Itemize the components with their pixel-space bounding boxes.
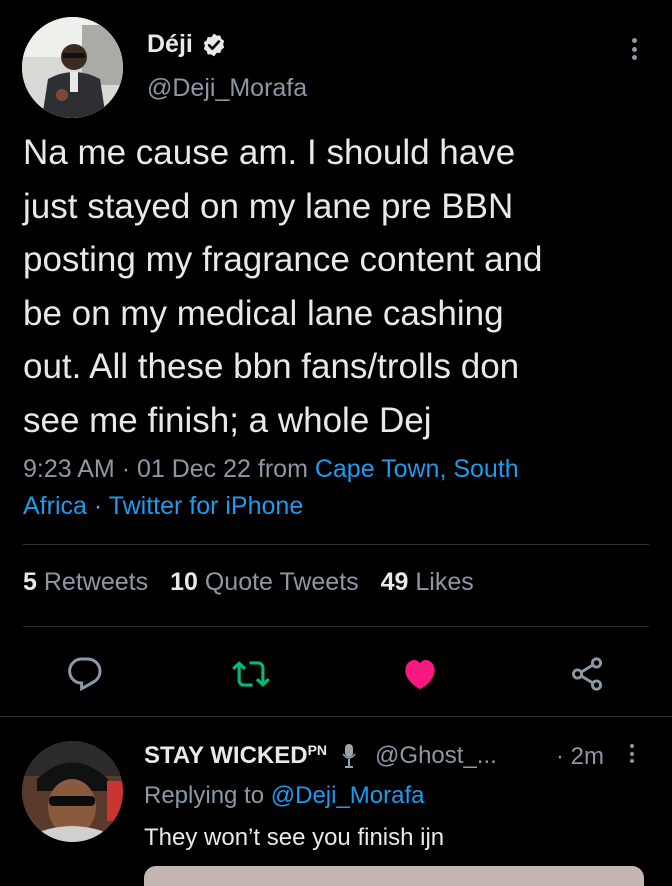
like-button[interactable] [398, 652, 442, 696]
tweet-text-line: just stayed on my lane pre BBN [23, 186, 514, 226]
microphone-icon [335, 742, 363, 770]
replying-to-handle[interactable]: @Deji_Morafa [271, 782, 425, 809]
tweet-date[interactable]: 01 Dec 22 [137, 455, 251, 483]
divider [23, 626, 649, 627]
reply-button[interactable] [63, 652, 107, 696]
retweet-icon [232, 661, 270, 687]
reply-time[interactable]: · 2m [556, 743, 604, 771]
author-handle[interactable]: @Deji_Morafa [147, 74, 307, 103]
author-name[interactable]: Déji [147, 30, 193, 59]
reply-media-preview[interactable] [144, 866, 644, 886]
tweet-text-line: Na me cause am. I should have [23, 133, 516, 172]
avatar-photo [22, 741, 123, 842]
retweets-count: 5 [23, 568, 37, 596]
location-link-cont[interactable]: Africa [23, 492, 87, 520]
avatar-photo [22, 17, 123, 118]
divider [0, 716, 672, 717]
reply-text: They won’t see you finish ijn [144, 824, 445, 851]
share-icon [571, 657, 603, 691]
reply-header: STAY WICKED PN @Ghost_... [144, 742, 497, 770]
location-link[interactable]: Cape Town, South [315, 455, 519, 483]
divider [23, 544, 649, 545]
replying-to: Replying to @Deji_Morafa [144, 782, 425, 810]
likes-stat[interactable]: 49 Likes [381, 568, 474, 597]
likes-count: 49 [380, 568, 409, 596]
meta-separator: · [121, 455, 131, 483]
source-link[interactable]: Twitter for iPhone [109, 492, 304, 520]
tweet-meta: 9:23 AM · 01 Dec 22 from Cape Town, Sout… [23, 451, 519, 525]
author-avatar[interactable] [22, 17, 123, 118]
replying-to-label: Replying to [144, 782, 265, 809]
heart-icon [405, 660, 435, 690]
retweets-label: Retweets [43, 568, 149, 596]
more-options-icon[interactable] [629, 38, 639, 60]
reply-avatar[interactable] [22, 741, 123, 842]
tweet-text: Na me cause am. I should have just staye… [23, 126, 542, 447]
share-button[interactable] [565, 652, 609, 696]
tweet-text-line: be on my medical lane cashing [23, 293, 504, 333]
retweet-button[interactable] [229, 652, 273, 696]
from-label: from [257, 455, 308, 483]
meta-separator: · [93, 492, 103, 520]
tweet-time[interactable]: 9:23 AM [23, 455, 115, 483]
reply-handle[interactable]: @Ghost_... [375, 742, 497, 770]
reply-icon [68, 657, 102, 692]
tweet-text-line: out. All these bbn fans/trolls don [23, 347, 520, 386]
quotes-stat[interactable]: 10 Quote Tweets [170, 568, 359, 597]
retweets-stat[interactable]: 5 Retweets [23, 568, 148, 597]
reply-more-options-icon[interactable] [628, 744, 636, 763]
tweet-text-line: see me finish; a whole Dej [23, 400, 432, 440]
tweet-stats: 5 Retweets 10 Quote Tweets 49 Likes [23, 568, 474, 597]
quotes-label: Quote Tweets [204, 568, 359, 596]
verified-badge-icon [201, 32, 227, 58]
quotes-count: 10 [170, 568, 198, 596]
tweet-text-line: posting my fragrance content and [23, 240, 543, 279]
reply-author-name[interactable]: STAY WICKED [144, 742, 308, 770]
reply-author-superscript: PN [307, 742, 328, 758]
likes-label: Likes [415, 568, 474, 596]
